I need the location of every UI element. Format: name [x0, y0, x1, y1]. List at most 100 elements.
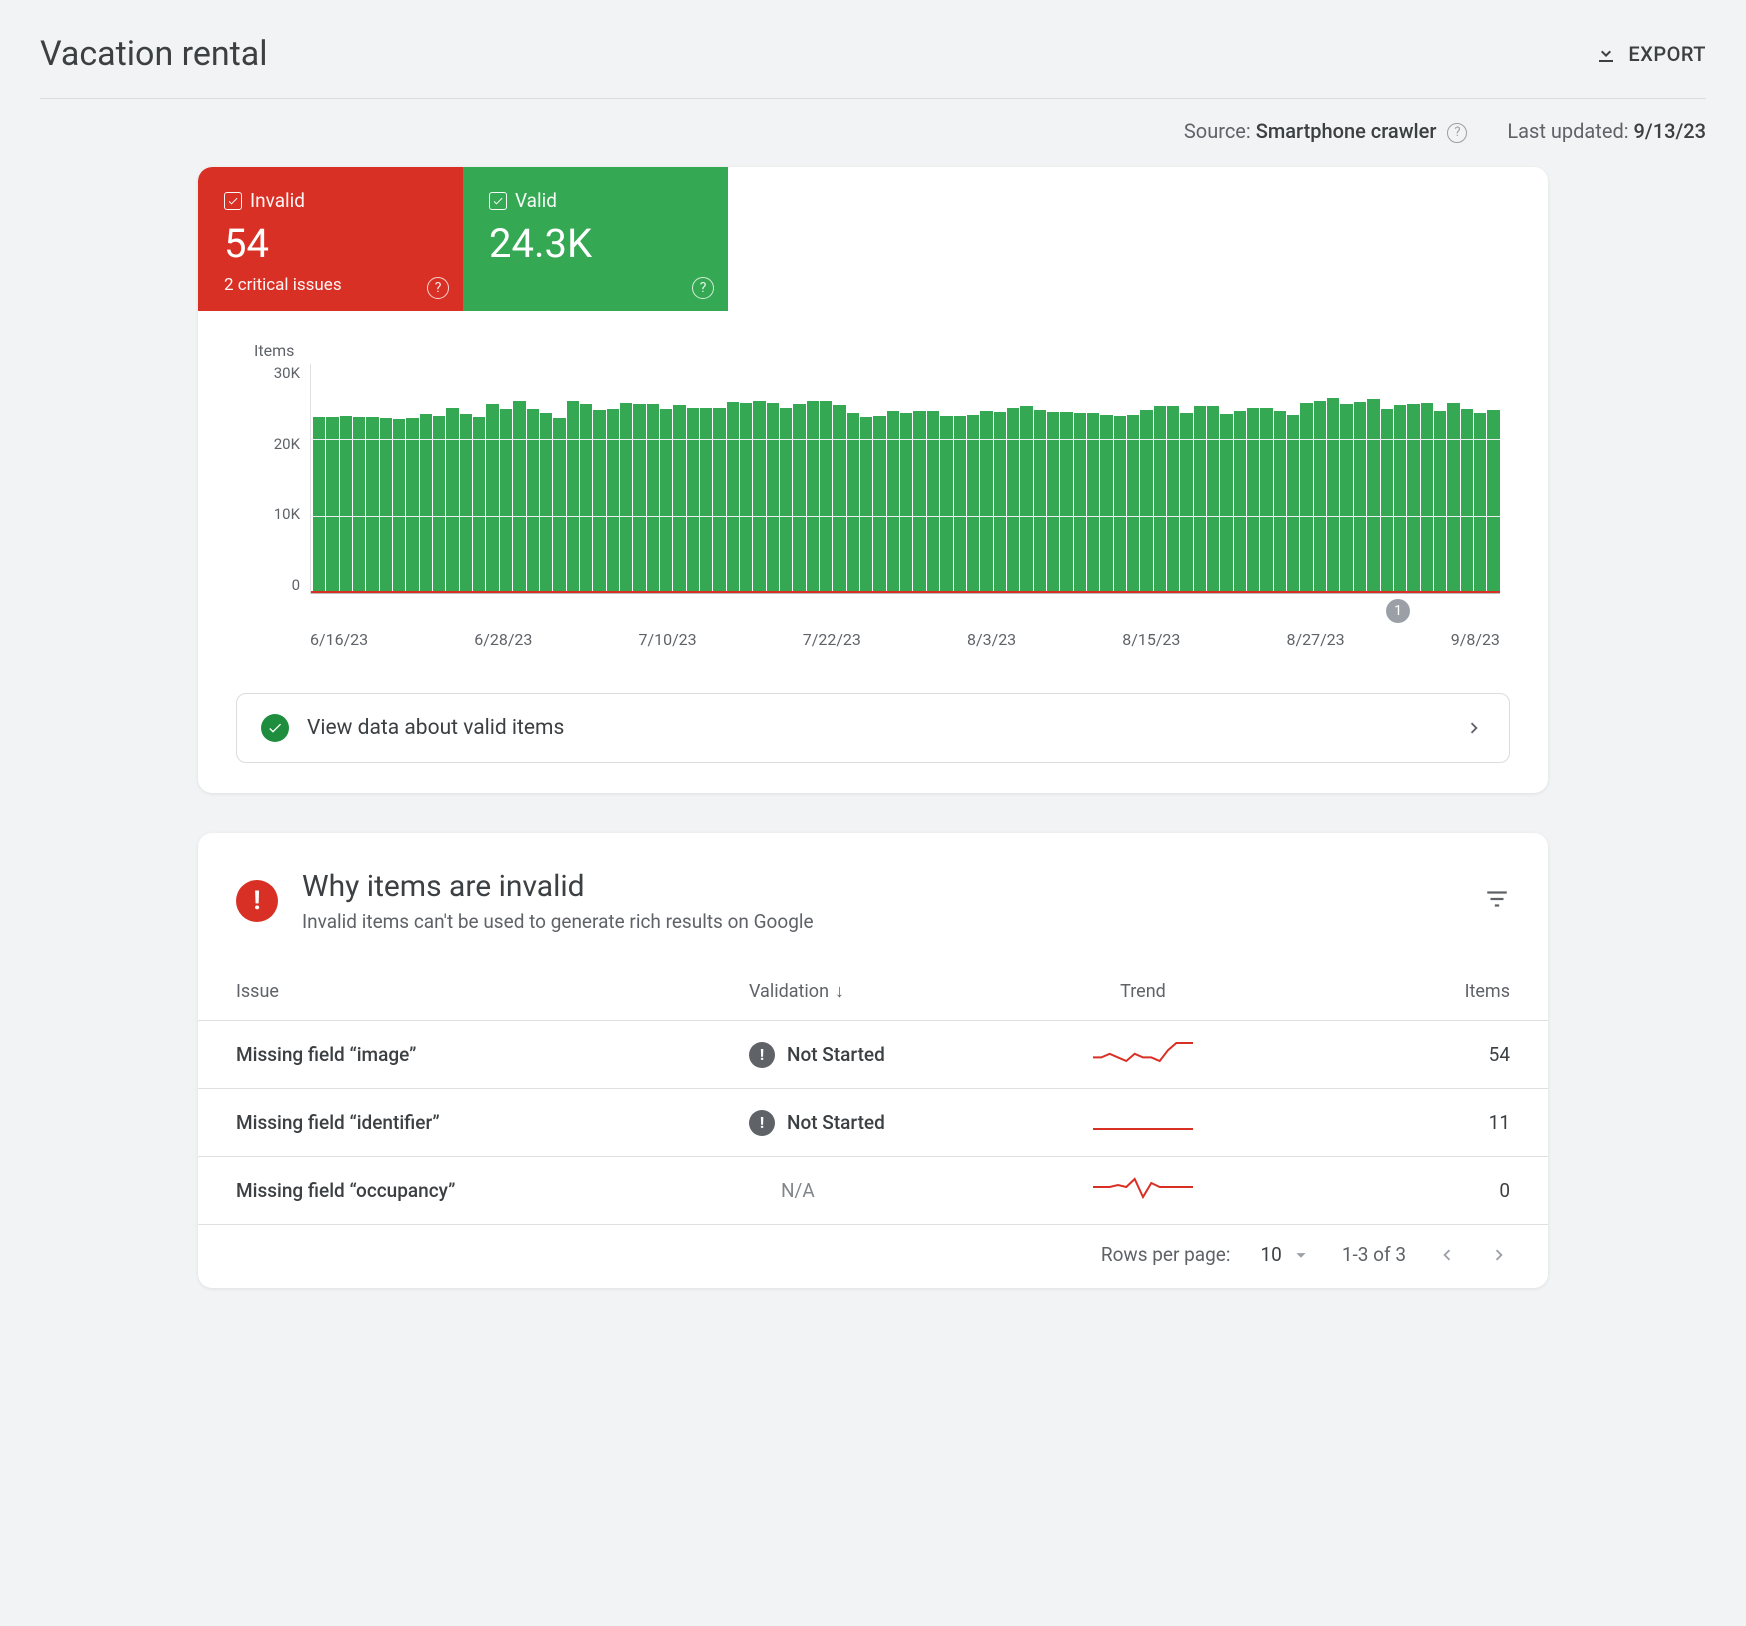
chart-bar: [1194, 406, 1206, 593]
chart-bar: [780, 408, 792, 593]
source-label: Source:: [1184, 119, 1251, 143]
chart-bar: [700, 408, 712, 593]
chart-bar: [847, 413, 859, 593]
invalid-tile-label: Invalid: [250, 189, 305, 212]
chart-bar: [1087, 413, 1099, 593]
help-icon[interactable]: ?: [427, 277, 449, 299]
rows-per-page-value: 10: [1260, 1243, 1281, 1266]
valid-tile[interactable]: Valid 24.3K ?: [463, 167, 728, 311]
chart-bar: [740, 403, 752, 593]
next-page-button[interactable]: [1488, 1244, 1510, 1266]
view-valid-items-button[interactable]: View data about valid items: [236, 693, 1510, 763]
chart-bar: [420, 414, 432, 593]
invalid-tile[interactable]: Invalid 54 2 critical issues ?: [198, 167, 463, 311]
chart-bar: [1207, 406, 1219, 593]
pager-range: 1-3 of 3: [1342, 1243, 1406, 1266]
chart-bar: [607, 409, 619, 593]
table-header-row: Issue Validation↓ Trend Items: [198, 963, 1548, 1021]
page-title: Vacation rental: [40, 34, 268, 74]
chart-marker[interactable]: 1: [1386, 599, 1410, 623]
chart-bar: [1474, 413, 1486, 593]
chart-bar: [753, 401, 765, 593]
invalid-tile-value: 54: [224, 220, 437, 267]
table-row[interactable]: Missing field “image”!Not Started54: [198, 1021, 1548, 1089]
rows-per-page-select[interactable]: 10: [1260, 1243, 1311, 1266]
chart-bar: [994, 412, 1006, 593]
chart-bar: [313, 417, 325, 593]
chart-bar: [567, 401, 579, 593]
valid-tile-label: Valid: [515, 189, 557, 212]
chart-bar: [326, 417, 338, 593]
updated-label: Last updated:: [1507, 119, 1628, 143]
chart-bar: [1381, 409, 1393, 593]
chart-bar: [687, 408, 699, 593]
table-row[interactable]: Missing field “identifier”!Not Started11: [198, 1089, 1548, 1157]
chart-bar: [500, 409, 512, 593]
chart-bar: [954, 416, 966, 593]
filter-button[interactable]: [1484, 886, 1510, 916]
chart-bar: [860, 417, 872, 593]
source-value: Smartphone crawler: [1256, 119, 1437, 143]
chart-bar: [1020, 406, 1032, 593]
chart-bar: [1314, 401, 1326, 593]
chart-bar: [1394, 405, 1406, 593]
chart-bar: [1100, 415, 1112, 593]
chart-bar: [353, 417, 365, 593]
chart-bar: [446, 408, 458, 593]
chart-bar: [1300, 403, 1312, 593]
chart-bar: [913, 411, 925, 593]
warning-icon: !: [749, 1042, 775, 1068]
chart-bar: [1461, 409, 1473, 593]
col-validation[interactable]: Validation↓: [711, 963, 1008, 1021]
col-trend[interactable]: Trend: [1008, 963, 1278, 1021]
issue-name: Missing field “identifier”: [198, 1089, 711, 1157]
items-count: 11: [1278, 1089, 1548, 1157]
rows-per-page-label: Rows per page:: [1101, 1243, 1231, 1266]
arrow-down-icon: ↓: [835, 981, 844, 1002]
chart-bar: [807, 401, 819, 593]
trend-spark: [1008, 1021, 1278, 1089]
source-meta: Source: Smartphone crawler ?: [1184, 119, 1467, 143]
chart-bar: [1354, 402, 1366, 593]
prev-page-button[interactable]: [1436, 1244, 1458, 1266]
chevron-right-icon: [1463, 717, 1485, 739]
checkbox-icon: [489, 192, 507, 210]
chart-bar: [713, 408, 725, 593]
chart-bar: [673, 405, 685, 593]
chart-bar: [1487, 410, 1499, 593]
chart-bar: [1034, 410, 1046, 593]
warning-icon: !: [749, 1110, 775, 1136]
chart-bar: [1127, 415, 1139, 593]
validation-status: N/A: [711, 1157, 1008, 1225]
help-icon[interactable]: ?: [1447, 123, 1467, 143]
chart-bar: [1167, 406, 1179, 593]
chart-bar: [647, 404, 659, 593]
chart-bar: [433, 416, 445, 593]
chart-bar: [1007, 408, 1019, 593]
valid-tile-value: 24.3K: [489, 220, 702, 267]
chart-bar: [900, 413, 912, 593]
chart-bar: [1274, 411, 1286, 593]
chart-bar: [633, 404, 645, 593]
chart-bar: [540, 413, 552, 593]
table-row[interactable]: Missing field “occupancy”N/A0: [198, 1157, 1548, 1225]
col-issue[interactable]: Issue: [198, 963, 711, 1021]
chart-bar: [527, 409, 539, 593]
chart-bar: [406, 418, 418, 593]
help-icon[interactable]: ?: [692, 277, 714, 299]
chart-bar: [486, 404, 498, 593]
chart-bar: [473, 417, 485, 593]
trend-spark: [1008, 1089, 1278, 1157]
chart-bar: [460, 414, 472, 593]
chart-bar: [1421, 403, 1433, 593]
export-button[interactable]: EXPORT: [1594, 42, 1706, 66]
invalid-trend-line: [311, 591, 1500, 593]
warning-icon: !: [236, 880, 278, 922]
chart-bar: [1060, 412, 1072, 593]
chart-xaxis: 6/16/236/28/237/10/237/22/238/3/238/15/2…: [254, 594, 1500, 649]
col-items[interactable]: Items: [1278, 963, 1548, 1021]
chart-bar: [380, 418, 392, 593]
chart-bar: [887, 411, 899, 593]
chart-bar: [927, 411, 939, 593]
chart-bar: [580, 404, 592, 593]
